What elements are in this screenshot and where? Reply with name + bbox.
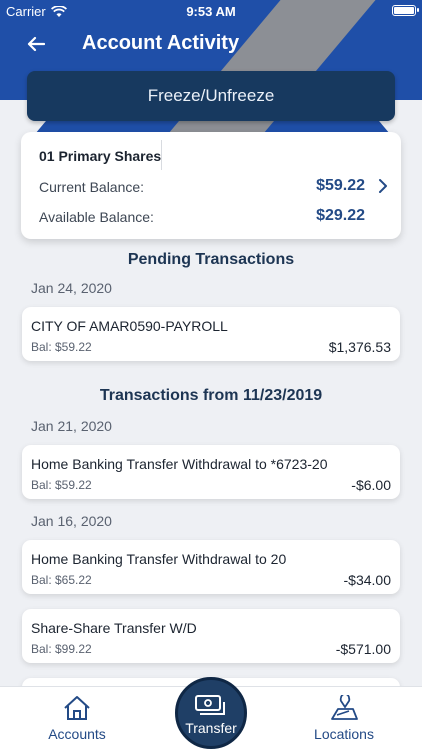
chevron-right-icon[interactable] [375,178,391,194]
nav-bar: Account Activity [0,28,422,62]
pending-transactions-title: Pending Transactions [127,251,295,268]
date-label: Jan 21, 2020 [31,418,112,434]
status-bar: Carrier 9:53 AM [0,0,422,22]
transaction-description: Share-Share Transfer W/D [31,620,197,636]
transaction-description: Home Banking Transfer Withdrawal to *672… [31,456,328,472]
transaction-card[interactable]: CITY OF AMAR0590-PAYROLL Bal: $59.22 $1,… [22,307,400,361]
transaction-balance: Bal: $99.22 [31,642,92,656]
tab-transfer-label: Transfer [185,720,237,736]
transactions-title: Transactions from 11/23/2019 [99,387,323,404]
back-button[interactable] [22,30,50,58]
transaction-balance: Bal: $65.22 [31,573,92,587]
status-time: 9:53 AM [186,4,236,19]
home-icon [64,696,90,720]
map-pin-icon [331,695,358,720]
transaction-balance: Bal: $59.22 [31,340,92,354]
freeze-unfreeze-label: Freeze/Unfreeze [147,86,275,105]
available-balance-label: Available Balance: [39,209,154,225]
date-label: Jan 24, 2020 [31,280,112,296]
back-arrow-icon [27,36,45,52]
battery-icon [392,5,419,16]
money-transfer-icon [195,695,225,715]
transaction-description: CITY OF AMAR0590-PAYROLL [31,318,228,334]
tab-accounts-label: Accounts [48,726,106,742]
current-balance-value: $59.22 [316,177,365,194]
account-name: 01 Primary Shares [39,148,162,164]
transaction-card[interactable]: Home Banking Transfer Withdrawal to *672… [22,445,400,499]
tab-locations-label: Locations [314,726,374,742]
transaction-card[interactable]: Share-Share Transfer W/D Bal: $99.22 -$5… [22,609,400,663]
current-balance-label: Current Balance: [39,179,145,195]
tab-transfer[interactable]: Transfer [175,677,247,749]
transaction-amount: -$34.00 [343,572,391,588]
freeze-unfreeze-button[interactable]: Freeze/Unfreeze [27,71,395,121]
transaction-balance: Bal: $59.22 [31,478,92,492]
page-title: Account Activity [82,32,240,54]
transaction-amount: -$6.00 [351,477,391,493]
account-summary-card[interactable]: 01 Primary Shares Current Balance: $59.2… [21,132,401,239]
transaction-amount: $1,376.53 [328,339,391,355]
tab-accounts[interactable]: Accounts [22,687,132,750]
transaction-description: Home Banking Transfer Withdrawal to 20 [31,551,287,567]
account-number-redaction [161,140,239,170]
tab-locations[interactable]: Locations [289,687,399,750]
transaction-card[interactable]: Home Banking Transfer Withdrawal to 20 B… [22,540,400,594]
available-balance-value: $29.22 [316,207,365,224]
transaction-amount: -$571.00 [335,641,391,657]
date-label: Jan 16, 2020 [31,513,112,529]
